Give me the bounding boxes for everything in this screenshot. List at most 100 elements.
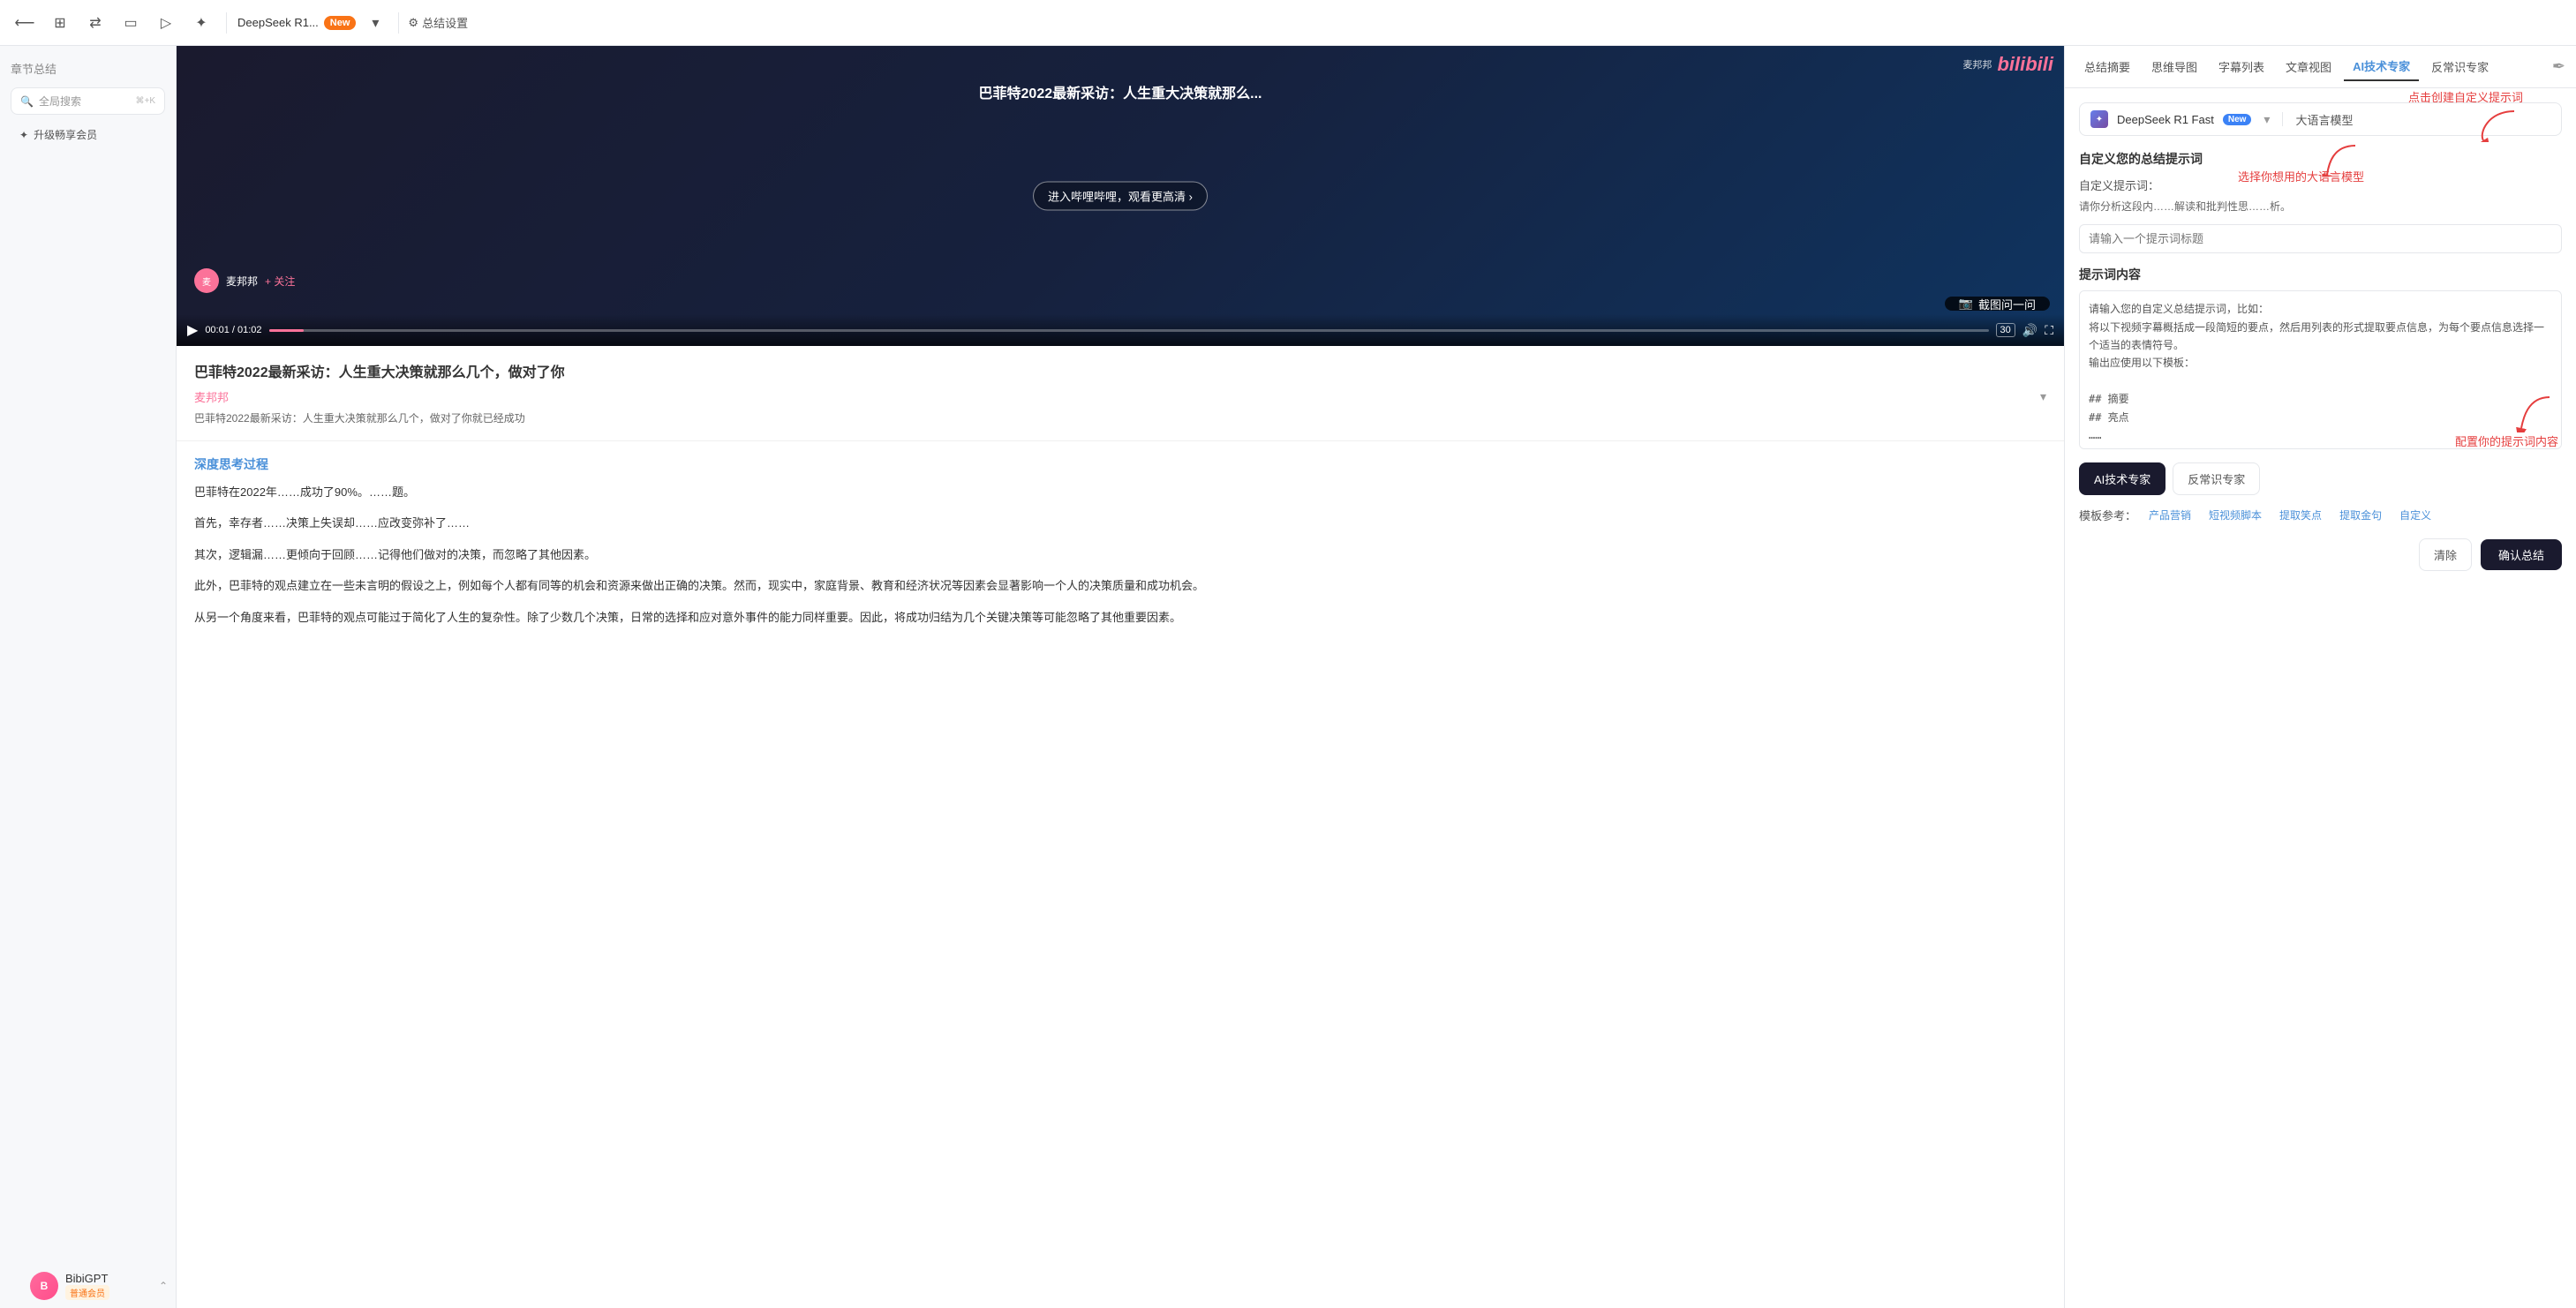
model-dropdown-icon[interactable]: ▾ — [2263, 112, 2270, 127]
screenshot-label: 截图问一问 — [1978, 296, 2036, 312]
panel-content: ✦ DeepSeek R1 Fast New ▾ 大语言模型 自定义您的总结提示… — [2065, 88, 2576, 1308]
volume-icon[interactable]: 🔊 — [2022, 323, 2037, 338]
bilibili-header: 麦邦邦 bilibili — [1962, 53, 2053, 76]
tab-subtitles[interactable]: 字幕列表 — [2210, 53, 2273, 80]
layout-button[interactable]: ⊞ — [46, 9, 74, 37]
template-tag-0[interactable]: 产品营销 — [2143, 506, 2196, 524]
search-shortcut: ⌘+K — [135, 96, 155, 106]
article-content: 深度思考过程 巴菲特在2022年……成功了90%。……题。 首先，幸存者……决策… — [177, 441, 2064, 652]
prompt-content-label: 提示词内容 — [2079, 266, 2562, 283]
goto-bilibili-btn[interactable]: 进入哔哩哔哩，观看更高清 › — [1033, 182, 1208, 211]
play-control[interactable]: ▶ — [187, 321, 198, 339]
video-info: 巴菲特2022最新采访：人生重大决策就那么几个，做对了你 麦邦邦 ▾ 巴菲特20… — [177, 346, 2064, 441]
anti-expert-btn[interactable]: 反常识专家 — [2173, 462, 2260, 495]
user-badge: 普通会员 — [65, 1285, 109, 1300]
article-paragraph-5: 从另一个角度来看，巴菲特的观点可能过于简化了人生的复杂性。除了少数几个决策，日常… — [194, 607, 2046, 628]
author-name[interactable]: 麦邦邦 — [194, 388, 229, 405]
article-paragraph-3: 其次，逻辑漏……更倾向于回顾……记得他们做对的决策，而忽略了其他因素。 — [194, 545, 2046, 565]
video-author-row: 麦邦邦 ▾ — [194, 388, 2046, 405]
search-label: 全局搜索 — [39, 94, 81, 109]
tab-summary[interactable]: 总结摘要 — [2075, 53, 2139, 80]
template-tag-2[interactable]: 提取笑点 — [2274, 506, 2327, 524]
template-row: 模板参考： 产品营销 短视频脚本 提取笑点 提取金句 自定义 — [2079, 506, 2562, 524]
channel-avatar: 麦 — [194, 268, 219, 293]
control-icons: 30 🔊 ⛶ — [1996, 323, 2054, 338]
action-row: 清除 确认总结 — [2079, 538, 2562, 571]
template-tag-4[interactable]: 自定义 — [2394, 506, 2437, 524]
deep-thought-link[interactable]: 深度思考过程 — [194, 455, 2046, 473]
upgrade-icon: ✦ — [19, 129, 28, 141]
tab-article[interactable]: 文章视图 — [2277, 53, 2340, 80]
template-tag-1[interactable]: 短视频脚本 — [2203, 506, 2267, 524]
right-panel: 总结摘要 思维导图 字幕列表 文章视图 AI技术专家 反常识专家 ✒ ✦ Dee… — [2064, 46, 2576, 1308]
swap-button[interactable]: ⇄ — [81, 9, 109, 37]
pen-icon[interactable]: ✒ — [2552, 57, 2565, 76]
video-description: 巴菲特2022最新采访：人生重大决策就那么几个，做对了你就已经成功 — [194, 410, 2046, 426]
model-divider — [2282, 112, 2283, 126]
user-profile[interactable]: B BibiGPT 普通会员 ⌃ — [21, 1265, 177, 1307]
screenshot-button[interactable]: 📷 截图问一问 — [1945, 297, 2050, 311]
video-channel: 麦 麦邦邦 + 关注 — [194, 268, 295, 293]
user-expand-icon: ⌃ — [159, 1280, 168, 1292]
tab-anti-expert[interactable]: 反常识专家 — [2422, 53, 2497, 80]
user-info: BibiGPT 普通会员 — [65, 1272, 109, 1300]
prompt-description: 请你分析这段内……解读和批判性思……析。 — [2079, 199, 2562, 215]
settings-label: 总结设置 — [422, 14, 468, 31]
expand-button[interactable]: ▾ — [2040, 389, 2046, 404]
divider-1 — [226, 12, 227, 34]
follow-button[interactable]: + 关注 — [265, 274, 295, 289]
sidebar-section-title: 章节总结 — [11, 60, 165, 77]
progress-bar[interactable] — [269, 329, 1989, 332]
article-paragraph-1: 巴菲特在2022年……成功了90%。……题。 — [194, 482, 2046, 502]
divider-2 — [398, 12, 399, 34]
model-name: DeepSeek R1 Fast — [2117, 113, 2214, 126]
model-lang: 大语言模型 — [2295, 111, 2353, 128]
prompt-content-textarea[interactable]: 请输入您的自定义总结提示词，比如： 将以下视频字幕概括成一段简短的要点，然后用列… — [2079, 290, 2562, 449]
upgrade-button[interactable]: ✦ 升级畅享会员 — [11, 122, 165, 147]
summary-settings[interactable]: ⚙ 总结设置 — [408, 14, 468, 31]
upgrade-label: 升级畅享会员 — [34, 127, 97, 142]
tab-mindmap[interactable]: 思维导图 — [2143, 53, 2206, 80]
model-icon: ✦ — [2090, 110, 2108, 128]
user-name: BibiGPT — [65, 1272, 109, 1285]
video-main-title: 巴菲特2022最新采访：人生重大决策就那么几个，做对了你 — [194, 360, 2046, 381]
channel-name: 麦邦邦 — [226, 274, 258, 289]
new-badge: New — [324, 16, 357, 30]
progress-fill — [269, 329, 304, 332]
speed-icon[interactable]: 30 — [1996, 323, 2015, 337]
back-button[interactable]: ⟵ — [11, 9, 39, 37]
model-selector[interactable]: ✦ DeepSeek R1 Fast New ▾ 大语言模型 — [2079, 102, 2562, 136]
tab-ai-expert[interactable]: AI技术专家 — [2344, 52, 2419, 81]
screen-button[interactable]: ▭ — [117, 9, 145, 37]
panel-tabs: 总结摘要 思维导图 字幕列表 文章视图 AI技术专家 反常识专家 ✒ — [2065, 46, 2576, 88]
prompt-name-input[interactable] — [2079, 224, 2562, 253]
play-button[interactable]: ▷ — [152, 9, 180, 37]
template-label: 模板参考： — [2079, 507, 2136, 523]
article-paragraph-2: 首先，幸存者……决策上失误却……应改变弥补了…… — [194, 513, 2046, 533]
user-avatar: B — [30, 1272, 58, 1300]
settings-icon: ⚙ — [408, 16, 418, 30]
video-title: DeepSeek R1... — [237, 16, 319, 29]
ai-expert-btn[interactable]: AI技术专家 — [2079, 462, 2165, 495]
camera-icon: 📷 — [1959, 297, 1973, 311]
video-title-overlay: 巴菲特2022最新采访：人生重大决策就那么... — [177, 81, 2064, 102]
bilibili-brand: 麦邦邦 — [1962, 57, 1992, 71]
clear-button[interactable]: 清除 — [2419, 538, 2472, 571]
title-section: DeepSeek R1... New ▾ ⚙ 总结设置 — [237, 9, 468, 37]
content-area: 麦邦邦 bilibili 巴菲特2022最新采访：人生重大决策就那么... 进入… — [177, 46, 2064, 1308]
model-new-badge: New — [2223, 114, 2252, 125]
time-display: 00:01 / 01:02 — [205, 325, 261, 335]
magic-button[interactable]: ✦ — [187, 9, 215, 37]
left-sidebar: 章节总结 🔍 全局搜索 ⌘+K ✦ 升级畅享会员 B BibiGPT 普通会员 … — [0, 46, 177, 1308]
title-dropdown[interactable]: ▾ — [361, 9, 389, 37]
fullscreen-icon[interactable]: ⛶ — [2045, 323, 2053, 338]
search-icon: 🔍 — [20, 95, 34, 108]
global-search[interactable]: 🔍 全局搜索 ⌘+K — [11, 87, 165, 115]
sidebar-relative: 🔍 全局搜索 ⌘+K ✦ 升级畅享会员 B BibiGPT 普通会员 ⌃ — [11, 87, 165, 1308]
video-controls: ▶ 00:01 / 01:02 30 🔊 ⛶ — [177, 314, 2064, 346]
video-placeholder: 麦邦邦 bilibili 巴菲特2022最新采访：人生重大决策就那么... 进入… — [177, 46, 2064, 346]
main-layout: 章节总结 🔍 全局搜索 ⌘+K ✦ 升级畅享会员 B BibiGPT 普通会员 … — [0, 46, 2576, 1308]
prompt-label: 自定义提示词： — [2079, 177, 2562, 193]
template-tag-3[interactable]: 提取金句 — [2334, 506, 2387, 524]
confirm-button[interactable]: 确认总结 — [2481, 539, 2562, 570]
